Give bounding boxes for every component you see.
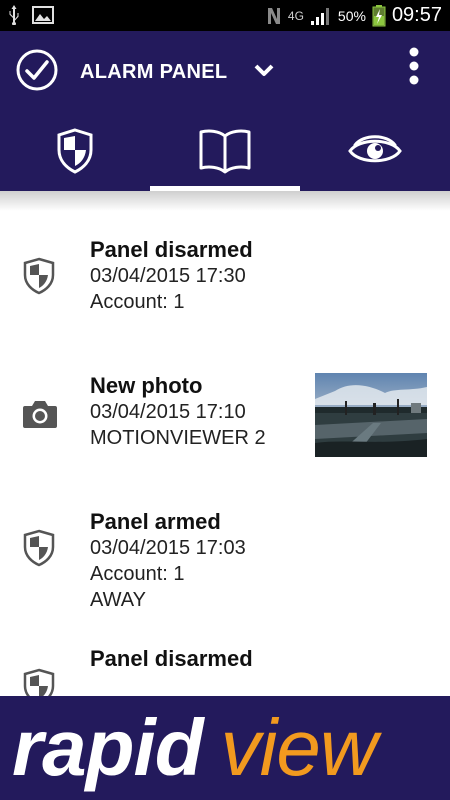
clock: 09:57 xyxy=(391,4,442,26)
brand-logo: rapid view xyxy=(12,700,378,796)
shield-icon xyxy=(57,128,93,174)
shield-icon xyxy=(23,529,55,567)
photo-thumbnail[interactable] xyxy=(315,373,427,457)
event-list[interactable]: Panel disarmed 03/04/2015 17:30 Account:… xyxy=(0,191,450,696)
check-circle-icon[interactable] xyxy=(16,49,58,91)
tab-view[interactable] xyxy=(300,111,450,191)
eye-icon xyxy=(348,135,402,163)
tab-bar xyxy=(0,111,450,191)
shield-icon xyxy=(23,257,55,295)
battery-charging-icon xyxy=(372,4,386,26)
event-title: Panel armed xyxy=(90,509,221,534)
usb-icon xyxy=(9,5,19,25)
battery-percentage: 50% xyxy=(337,7,366,24)
image-notification-icon xyxy=(32,6,54,24)
shield-icon xyxy=(23,668,55,696)
event-title: Panel disarmed xyxy=(90,237,253,262)
event-detail: MOTIONVIEWER 2 xyxy=(90,427,266,449)
book-icon xyxy=(199,129,251,174)
brand-logo-part1: rapid xyxy=(12,703,204,792)
event-detail: Account: 1 xyxy=(90,291,185,313)
event-title: Panel disarmed xyxy=(90,646,253,671)
tab-log[interactable] xyxy=(150,111,300,191)
brand-banner: rapid view xyxy=(0,696,450,800)
brand-logo-part2: view xyxy=(220,703,378,792)
chevron-down-icon[interactable] xyxy=(252,59,276,83)
status-bar: 4G 50% 09:57 xyxy=(0,0,450,31)
nfc-icon xyxy=(267,7,280,24)
signal-strength-icon xyxy=(310,7,329,25)
event-detail: Account: 1 xyxy=(90,563,185,585)
event-datetime: 03/04/2015 17:10 xyxy=(90,401,246,423)
overflow-menu-icon[interactable] xyxy=(408,47,420,85)
app-title[interactable]: ALARM PANEL xyxy=(80,61,227,84)
event-datetime: 03/04/2015 17:03 xyxy=(90,537,246,559)
event-mode: AWAY xyxy=(90,589,146,611)
network-type-label: 4G xyxy=(287,8,304,23)
event-datetime: 03/04/2015 17:30 xyxy=(90,265,246,287)
tab-security[interactable] xyxy=(0,111,150,191)
event-title: New photo xyxy=(90,373,203,398)
app-bar: ALARM PANEL xyxy=(0,31,450,191)
camera-icon xyxy=(23,401,57,428)
